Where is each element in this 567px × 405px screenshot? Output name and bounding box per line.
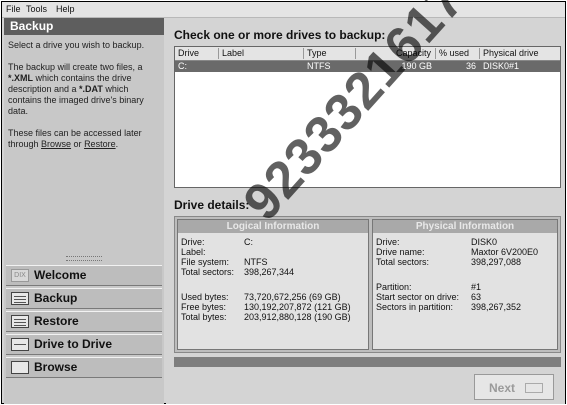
physical-key: Drive name: bbox=[376, 247, 425, 257]
nav-welcome[interactable]: DIX Welcome bbox=[6, 265, 162, 286]
app-window: File Tools Help Backup Select a drive yo… bbox=[1, 0, 566, 404]
physical-key: Total sectors: bbox=[376, 257, 430, 267]
nav-drive-to-drive[interactable]: Drive to Drive bbox=[6, 334, 162, 355]
drive-list-header: Drive Label Type Capacity % used Physica… bbox=[175, 47, 560, 61]
logical-key: Drive: bbox=[181, 237, 205, 247]
cell-drive: C: bbox=[178, 61, 187, 71]
column-type[interactable]: Type bbox=[304, 48, 356, 59]
drive-to-drive-icon bbox=[11, 338, 29, 351]
main-content: Check one or more drives to backup: Driv… bbox=[166, 18, 565, 404]
column-drive[interactable]: Drive bbox=[175, 48, 219, 59]
cell-used: 36 bbox=[465, 61, 476, 71]
physical-value: 63 bbox=[471, 292, 482, 302]
logical-value: C: bbox=[244, 237, 253, 247]
logical-value: 203,912,880,128 (190 GB) bbox=[244, 312, 351, 322]
physical-key: Start sector on drive: bbox=[376, 292, 460, 302]
physical-value: Maxtor 6V200E0 bbox=[471, 247, 539, 257]
physical-info-panel: Physical Information Drive: DISK0 Drive … bbox=[372, 219, 558, 350]
task-title: Backup bbox=[4, 18, 164, 35]
physical-value: 398,267,352 bbox=[471, 302, 522, 312]
logical-key: Used bytes: bbox=[181, 292, 229, 302]
status-bar bbox=[174, 357, 561, 367]
description-para-2: The backup will create two files, a *.XM… bbox=[8, 62, 144, 116]
physical-key: Partition: bbox=[376, 282, 412, 292]
next-label: Next bbox=[489, 381, 516, 395]
physical-value: 398,297,088 bbox=[471, 257, 522, 267]
logical-info-header: Logical Information bbox=[178, 220, 368, 233]
menu-help[interactable]: Help bbox=[56, 4, 75, 14]
menu-bar: File Tools Help bbox=[2, 2, 565, 18]
restore-icon bbox=[11, 315, 29, 328]
browse-link[interactable]: Browse bbox=[41, 139, 71, 149]
description-para-1: Select a drive you wish to backup. bbox=[8, 40, 145, 50]
column-capacity[interactable]: Capacity bbox=[356, 48, 436, 59]
column-physical[interactable]: Physical drive bbox=[480, 48, 560, 59]
logical-key: File system: bbox=[181, 257, 230, 267]
task-description: Select a drive you wish to backup. The b… bbox=[8, 40, 160, 161]
logical-value: 130,192,207,872 (121 GB) bbox=[244, 302, 351, 312]
physical-key: Sectors in partition: bbox=[376, 302, 454, 312]
browse-icon bbox=[11, 361, 29, 374]
logical-value: 398,267,344 bbox=[244, 267, 295, 277]
details-title: Drive details: bbox=[174, 198, 250, 212]
physical-value: DISK0 bbox=[471, 237, 498, 247]
next-button[interactable]: Next bbox=[474, 374, 554, 400]
physical-info-header: Physical Information bbox=[373, 220, 557, 233]
drives-title: Check one or more drives to backup: bbox=[174, 28, 386, 42]
menu-file[interactable]: File bbox=[6, 4, 21, 14]
backup-icon bbox=[11, 292, 29, 305]
nav-backup[interactable]: Backup bbox=[6, 288, 162, 309]
logical-key: Label: bbox=[181, 247, 206, 257]
physical-value: #1 bbox=[471, 282, 482, 292]
physical-key: Drive: bbox=[376, 237, 400, 247]
drive-list[interactable]: Drive Label Type Capacity % used Physica… bbox=[174, 46, 561, 188]
menu-tools[interactable]: Tools bbox=[26, 4, 47, 14]
logical-key: Free bytes: bbox=[181, 302, 227, 312]
cell-type: NTFS bbox=[307, 61, 331, 71]
logical-key: Total sectors: bbox=[181, 267, 235, 277]
column-used[interactable]: % used bbox=[436, 48, 480, 59]
logical-value: 73,720,672,256 (69 GB) bbox=[244, 292, 341, 302]
logical-value: NTFS bbox=[244, 257, 268, 267]
logical-info-panel: Logical Information Drive: C: Label: Fil… bbox=[177, 219, 369, 350]
column-label[interactable]: Label bbox=[219, 48, 304, 59]
drive-details: Logical Information Drive: C: Label: Fil… bbox=[174, 216, 561, 353]
drive-row-selected[interactable]: C: NTFS 190 GB 36 DISK0#1 bbox=[175, 61, 560, 72]
nav-restore[interactable]: Restore bbox=[6, 311, 162, 332]
nav-browse[interactable]: Browse bbox=[6, 357, 162, 378]
task-panel: Backup Select a drive you wish to backup… bbox=[4, 18, 164, 404]
splitter-grip[interactable] bbox=[66, 256, 102, 261]
restore-link[interactable]: Restore bbox=[84, 139, 116, 149]
description-para-3: These files can be accessed later throug… bbox=[8, 128, 142, 149]
dix-logo-icon: DIX bbox=[11, 269, 29, 282]
next-arrow-icon bbox=[525, 383, 543, 393]
logical-key: Total bytes: bbox=[181, 312, 227, 322]
cell-physical: DISK0#1 bbox=[483, 61, 520, 71]
cell-capacity: 190 GB bbox=[401, 61, 432, 71]
